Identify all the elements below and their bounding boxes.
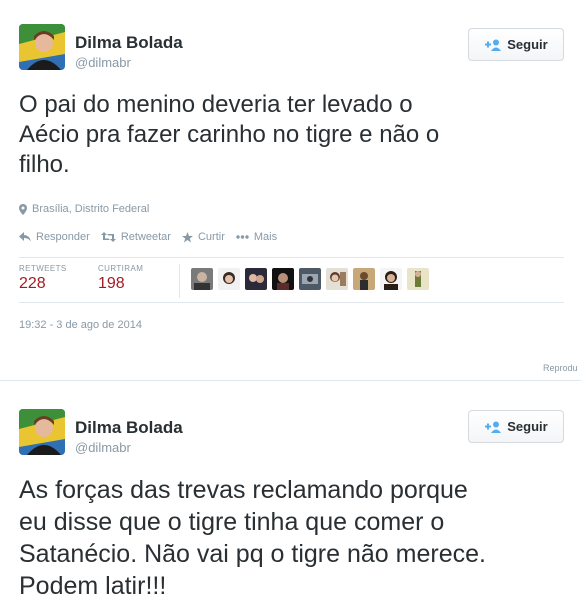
follow-button[interactable]: Seguir (468, 28, 564, 61)
reply-action[interactable]: Responder (19, 231, 90, 243)
user-name[interactable]: Dilma Bolada (75, 418, 183, 438)
photo-credit: Reprodu (543, 363, 578, 373)
star-icon (181, 231, 193, 243)
add-user-icon (484, 39, 502, 51)
follow-label: Seguir (507, 419, 548, 434)
retweets-stat[interactable]: RETWEETS 228 (19, 264, 67, 293)
avatar[interactable] (19, 24, 65, 70)
favoriter-avatar[interactable] (191, 268, 213, 290)
likes-label: CURTIRAM (98, 264, 144, 273)
retweets-count: 228 (19, 275, 46, 292)
avatar-image (19, 409, 65, 455)
favoriter-avatar[interactable] (218, 268, 240, 290)
location-label: Brasília, Distrito Federal (32, 203, 150, 215)
more-icon (236, 235, 249, 239)
likes-stat[interactable]: CURTIRAM 198 (98, 264, 143, 293)
reply-label: Responder (36, 231, 90, 243)
follow-label: Seguir (507, 37, 548, 52)
favoriter-avatar[interactable] (407, 268, 429, 290)
user-handle[interactable]: @dilmabr (75, 55, 131, 70)
favorite-label: Curtir (197, 231, 225, 243)
likes-count: 198 (98, 275, 125, 292)
favoriter-avatar[interactable] (353, 268, 375, 290)
retweet-action[interactable]: Retweetar (100, 231, 171, 243)
follow-button[interactable]: Seguir (468, 410, 564, 443)
favoriter-avatar[interactable] (272, 268, 294, 290)
favoriter-avatar[interactable] (299, 268, 321, 290)
tweet-card: Dilma Bolada @dilmabr Seguir As forças d… (0, 381, 581, 606)
tweet-location[interactable]: Brasília, Distrito Federal (19, 203, 149, 215)
avatar-image (19, 24, 65, 70)
favoriter-avatar[interactable] (245, 268, 267, 290)
stats-divider (179, 264, 180, 298)
tweet-text: As forças das trevas reclamando porque e… (19, 476, 486, 600)
avatar[interactable] (19, 409, 65, 455)
favoriter-avatar[interactable] (326, 268, 348, 290)
more-label: Mais (253, 231, 278, 243)
favoriters-avatars (191, 268, 434, 290)
retweet-label: Retweetar (120, 231, 171, 243)
location-pin-icon (19, 203, 27, 215)
more-action[interactable]: Mais (236, 231, 277, 243)
retweets-label: RETWEETS (19, 264, 67, 273)
favoriter-avatar[interactable] (380, 268, 402, 290)
add-user-icon (484, 421, 502, 433)
tweet-actions: Responder Retweetar Curtir Mais (19, 231, 288, 243)
tweet-timestamp[interactable]: 19:32 - 3 de ago de 2014 (19, 319, 142, 331)
tweet-card: Dilma Bolada @dilmabr Seguir O pai do me… (0, 0, 581, 380)
user-handle[interactable]: @dilmabr (75, 440, 131, 455)
tweet-stats: RETWEETS 228 CURTIRAM 198 (19, 257, 564, 303)
favorite-action[interactable]: Curtir (181, 231, 225, 243)
tweet-text: O pai do menino deveria ter levado o Aéc… (19, 91, 440, 178)
retweet-icon (100, 232, 116, 242)
reply-icon (19, 232, 31, 242)
user-name[interactable]: Dilma Bolada (75, 33, 183, 53)
